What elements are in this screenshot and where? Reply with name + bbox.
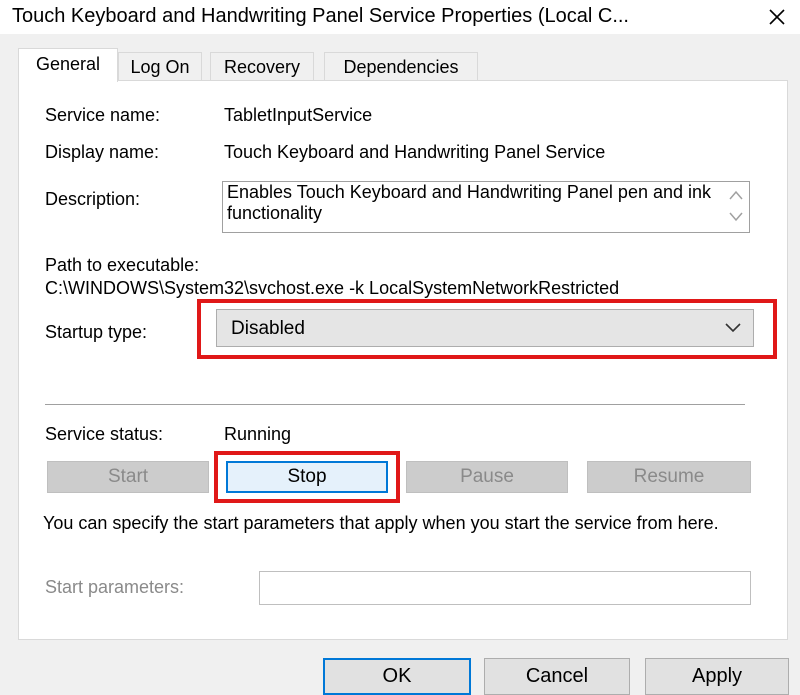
close-icon	[769, 9, 785, 25]
start-button[interactable]: Start	[47, 461, 209, 493]
tab-dependencies[interactable]: Dependencies	[324, 52, 478, 80]
service-status-value: Running	[224, 424, 292, 444]
ok-button[interactable]: OK	[323, 658, 471, 695]
pause-button[interactable]: Pause	[406, 461, 568, 493]
cancel-button[interactable]: Cancel	[484, 658, 630, 695]
general-panel: Service name: TabletInputService Display…	[18, 80, 788, 640]
scroll-down-icon[interactable]	[729, 212, 743, 222]
close-button[interactable]	[754, 0, 800, 34]
path-label: Path to executable:	[45, 255, 200, 275]
startup-type-label: Startup type:	[45, 322, 148, 342]
path-value: C:\WINDOWS\System32\svchost.exe -k Local…	[45, 278, 620, 298]
title-bar: Touch Keyboard and Handwriting Panel Ser…	[0, 0, 800, 34]
section-divider	[45, 404, 745, 405]
apply-button[interactable]: Apply	[645, 658, 789, 695]
description-label: Description:	[45, 189, 141, 209]
tab-general[interactable]: General	[18, 48, 118, 82]
service-status-label: Service status:	[45, 424, 164, 444]
startup-type-highlight	[197, 299, 777, 359]
tab-recovery[interactable]: Recovery	[210, 52, 314, 80]
resume-button[interactable]: Resume	[587, 461, 751, 493]
service-name-label: Service name:	[45, 105, 161, 125]
display-name-label: Display name:	[45, 142, 160, 162]
display-name-value: Touch Keyboard and Handwriting Panel Ser…	[224, 142, 606, 162]
scroll-up-icon[interactable]	[729, 190, 743, 200]
tab-log-on[interactable]: Log On	[118, 52, 202, 80]
start-params-label: Start parameters:	[45, 577, 185, 597]
start-params-hint: You can specify the start parameters tha…	[43, 513, 719, 533]
start-params-input[interactable]	[259, 571, 751, 605]
stop-button-highlight	[214, 451, 400, 503]
description-text: Enables Touch Keyboard and Handwriting P…	[227, 182, 712, 223]
window-title: Touch Keyboard and Handwriting Panel Ser…	[12, 5, 629, 27]
service-name-value: TabletInputService	[224, 105, 373, 125]
description-box[interactable]: Enables Touch Keyboard and Handwriting P…	[222, 181, 750, 233]
description-scrollbar[interactable]	[725, 184, 747, 230]
